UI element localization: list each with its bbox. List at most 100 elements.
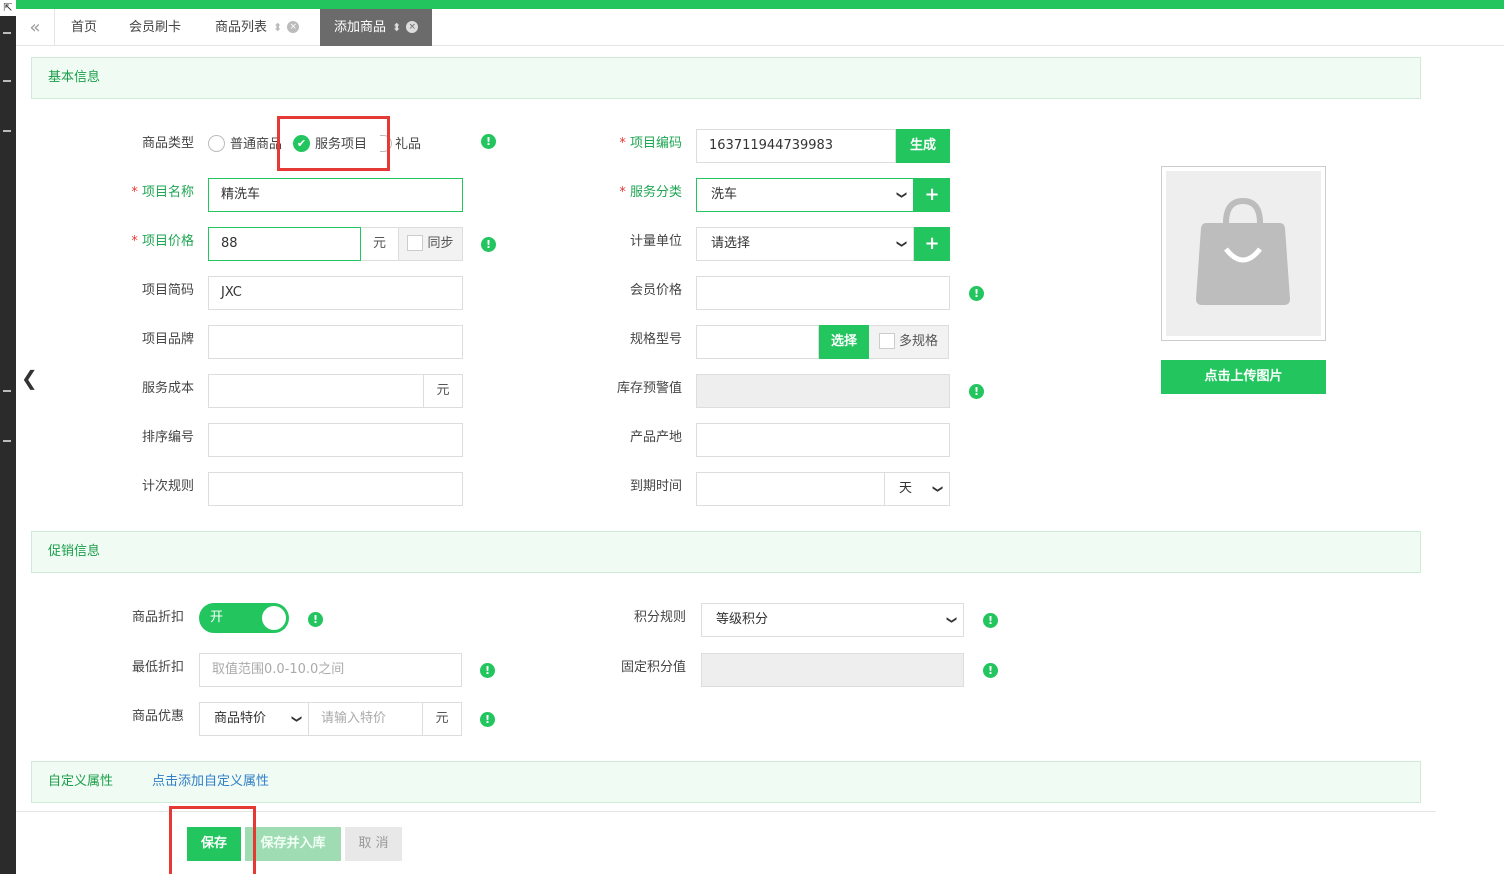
expire-time-label: 到期时间 bbox=[629, 479, 682, 494]
checkbox-icon bbox=[407, 234, 424, 251]
points-rule-label: 积分规则 bbox=[633, 610, 686, 625]
item-name-label: 项目名称 bbox=[100, 176, 194, 210]
upload-image-button[interactable]: 点击上传图片 bbox=[1161, 360, 1326, 394]
fixed-points-input bbox=[701, 653, 964, 687]
close-icon[interactable]: × bbox=[287, 20, 300, 33]
chevron-left-icon[interactable]: ❮ bbox=[21, 366, 38, 390]
stock-warning-label: 库存预警值 bbox=[616, 381, 682, 396]
discount-label: 商品折扣 bbox=[131, 610, 184, 625]
section-basic-info: 基本信息 bbox=[31, 57, 1421, 99]
price-unit: 元 bbox=[361, 227, 399, 261]
sort-number-label: 排序编号 bbox=[141, 430, 194, 445]
origin-input[interactable] bbox=[696, 423, 950, 457]
discount-toggle[interactable]: 开 bbox=[199, 603, 289, 633]
info-icon[interactable]: ! bbox=[480, 712, 495, 727]
tab-member-card[interactable]: 会员刷卡 bbox=[129, 9, 181, 46]
pin-icon[interactable]: ⬍ bbox=[273, 21, 282, 34]
member-price-input[interactable] bbox=[696, 276, 950, 310]
min-discount-input[interactable]: 取值范围0.0-10.0之间 bbox=[199, 653, 462, 687]
generate-button[interactable]: 生成 bbox=[896, 129, 950, 163]
close-icon[interactable]: × bbox=[406, 20, 419, 33]
sidebar-mark bbox=[3, 32, 11, 34]
expire-unit-select[interactable]: 天 ❯ bbox=[884, 472, 950, 506]
info-icon[interactable]: ! bbox=[983, 613, 998, 628]
chevron-down-icon: ❯ bbox=[895, 239, 907, 249]
sidebar-mark bbox=[3, 440, 11, 442]
highlight-box-service bbox=[277, 116, 390, 171]
product-type-label: 商品类型 bbox=[141, 136, 194, 151]
item-brand-label: 项目品牌 bbox=[141, 332, 194, 347]
sort-number-input[interactable] bbox=[208, 423, 463, 457]
service-category-label: 服务分类 bbox=[590, 176, 682, 210]
item-abbr-input[interactable]: JXC bbox=[208, 276, 463, 310]
service-cost-input[interactable] bbox=[208, 374, 424, 408]
count-rule-input[interactable] bbox=[208, 472, 463, 506]
arrows-icon: ⇱ bbox=[0, 0, 16, 16]
add-unit-button[interactable]: + bbox=[914, 227, 950, 261]
sync-checkbox[interactable]: 同步 bbox=[399, 227, 463, 261]
item-code-label: 项目编码 bbox=[590, 127, 682, 161]
offer-unit: 元 bbox=[423, 702, 462, 736]
item-brand-input[interactable] bbox=[208, 325, 463, 359]
service-category-select[interactable]: 洗车 ❯ bbox=[696, 178, 914, 212]
tab-product-list[interactable]: 商品列表 ⬍ × bbox=[215, 9, 300, 46]
offer-type-select[interactable]: 商品特价 ❯ bbox=[199, 702, 309, 736]
info-icon[interactable]: ! bbox=[308, 612, 323, 627]
checkbox-icon bbox=[878, 332, 895, 349]
save-and-stock-button[interactable]: 保存并入库 bbox=[245, 827, 341, 861]
item-name-input[interactable]: 精洗车 bbox=[208, 178, 463, 212]
double-chevron-left-icon[interactable]: « bbox=[16, 9, 55, 46]
points-rule-select[interactable]: 等级积分 ❯ bbox=[701, 603, 964, 637]
stock-warning-input bbox=[696, 374, 950, 408]
add-category-button[interactable]: + bbox=[914, 178, 950, 212]
unit-label: 计量单位 bbox=[629, 234, 682, 249]
origin-label: 产品产地 bbox=[629, 430, 682, 445]
pin-icon[interactable]: ⬍ bbox=[392, 21, 401, 34]
sidebar-mark bbox=[3, 390, 11, 392]
item-price-label: 项目价格 bbox=[100, 225, 194, 259]
fixed-points-label: 固定积分值 bbox=[620, 660, 686, 675]
top-accent-bar bbox=[0, 0, 1504, 9]
section-promo-info: 促销信息 bbox=[31, 531, 1421, 573]
info-icon[interactable]: ! bbox=[481, 134, 496, 149]
add-custom-attr-link[interactable]: 点击添加自定义属性 bbox=[152, 762, 269, 802]
sidebar-mark bbox=[3, 80, 11, 82]
info-icon[interactable]: ! bbox=[983, 663, 998, 678]
item-abbr-label: 项目简码 bbox=[141, 283, 194, 298]
spec-model-input[interactable] bbox=[696, 325, 819, 359]
expire-time-input[interactable] bbox=[696, 472, 885, 506]
info-icon[interactable]: ! bbox=[969, 384, 984, 399]
unit-select[interactable]: 请选择 ❯ bbox=[696, 227, 914, 261]
tab-add-product[interactable]: 添加商品 ⬍ × bbox=[320, 9, 433, 46]
multi-spec-checkbox[interactable]: 多规格 bbox=[869, 325, 949, 359]
product-image-placeholder bbox=[1161, 166, 1326, 341]
offer-price-input[interactable]: 请输入特价 bbox=[309, 702, 423, 736]
left-sidebar-strip: ⇱ bbox=[0, 0, 16, 874]
chevron-down-icon: ❯ bbox=[290, 714, 302, 724]
highlight-box-save bbox=[169, 806, 256, 874]
cost-unit: 元 bbox=[424, 374, 463, 408]
select-spec-button[interactable]: 选择 bbox=[819, 325, 869, 359]
tab-home[interactable]: 首页 bbox=[71, 9, 97, 46]
chevron-down-icon: ❯ bbox=[945, 615, 957, 625]
count-rule-label: 计次规则 bbox=[141, 479, 194, 494]
info-icon[interactable]: ! bbox=[969, 286, 984, 301]
chevron-down-icon: ❯ bbox=[931, 484, 943, 494]
item-code-input[interactable]: 163711944739983 bbox=[696, 129, 896, 163]
spec-model-label: 规格型号 bbox=[629, 332, 682, 347]
cancel-button[interactable]: 取 消 bbox=[345, 827, 402, 861]
radio-normal-product[interactable]: 普通商品 bbox=[208, 130, 282, 160]
member-price-label: 会员价格 bbox=[629, 283, 682, 298]
item-price-input[interactable]: 88 bbox=[208, 227, 361, 261]
shopping-bag-icon bbox=[1196, 197, 1290, 305]
plus-icon: + bbox=[924, 184, 940, 205]
offer-label: 商品优惠 bbox=[131, 709, 184, 724]
tab-bar: « 首页 会员刷卡 商品列表 ⬍ × 添加商品 ⬍ × bbox=[16, 9, 1504, 46]
chevron-down-icon: ❯ bbox=[895, 190, 907, 200]
toggle-knob bbox=[262, 606, 286, 630]
radio-circle-icon bbox=[208, 135, 225, 152]
info-icon[interactable]: ! bbox=[481, 237, 496, 252]
info-icon[interactable]: ! bbox=[480, 663, 495, 678]
section-custom-attrs: 自定义属性 点击添加自定义属性 bbox=[31, 761, 1421, 803]
min-discount-label: 最低折扣 bbox=[131, 660, 184, 675]
